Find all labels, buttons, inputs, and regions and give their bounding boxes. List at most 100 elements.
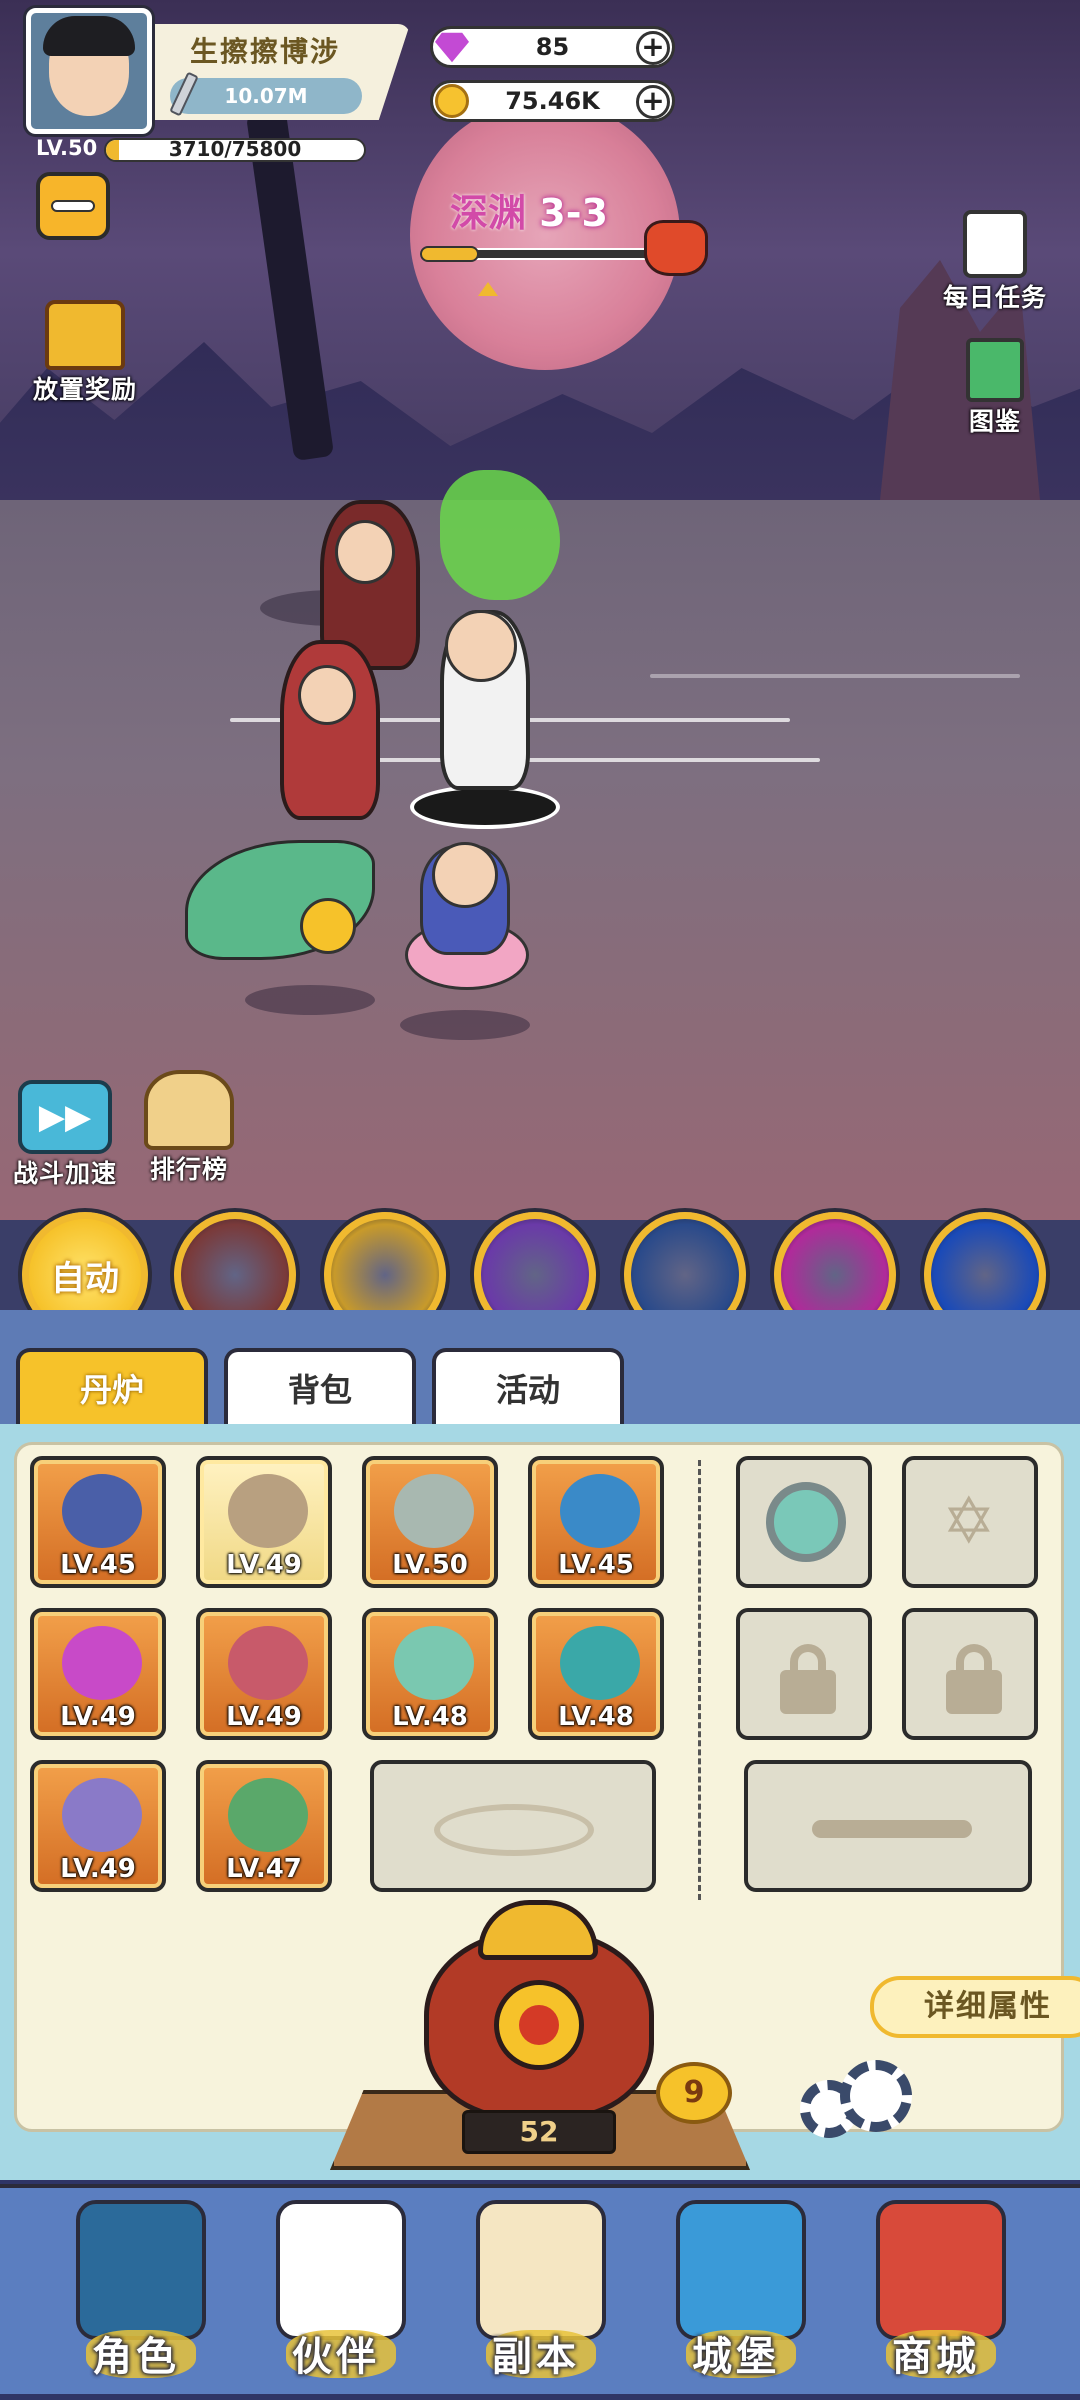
equipment-slot[interactable]: LV.49 bbox=[196, 1608, 332, 1740]
codex-book-icon bbox=[966, 338, 1024, 402]
locked-slot[interactable] bbox=[902, 1608, 1038, 1740]
horned-helmet-icon bbox=[228, 1474, 308, 1548]
trophy-podium-icon bbox=[144, 1070, 234, 1150]
codex-button[interactable]: 图鉴 bbox=[920, 338, 1070, 438]
auto-battle-label: 自动 bbox=[51, 1258, 119, 1299]
furnace-emblem bbox=[494, 1980, 584, 2070]
equipment-slot[interactable]: LV.49 bbox=[30, 1760, 166, 1892]
equipment-level: LV.47 bbox=[226, 1854, 302, 1884]
exp-text: 3710/75800 bbox=[168, 137, 302, 161]
unit-shadow bbox=[245, 985, 375, 1015]
equipment-level: LV.48 bbox=[558, 1702, 634, 1732]
equipment-slot[interactable]: LV.47 bbox=[196, 1760, 332, 1892]
codex-label: 图鉴 bbox=[968, 407, 1021, 436]
magic-flame-icon bbox=[62, 1626, 142, 1700]
detail-attributes-label: 详细属性 bbox=[924, 1989, 1052, 2024]
equipment-level: LV.45 bbox=[558, 1550, 634, 1580]
castle-pagoda-icon bbox=[676, 2200, 806, 2340]
character-portrait-icon bbox=[76, 2200, 206, 2340]
gem-value: 85 bbox=[535, 33, 570, 61]
settings-gear-icon[interactable] bbox=[840, 2060, 912, 2132]
partner-portrait-icon bbox=[276, 2200, 406, 2340]
ranking-button[interactable]: 排行榜 bbox=[114, 1070, 264, 1186]
nav-character-label: 角色 bbox=[92, 2334, 180, 2380]
shield-icon bbox=[228, 1626, 308, 1700]
spear-icon bbox=[62, 1474, 142, 1548]
add-gold-button[interactable]: + bbox=[636, 85, 670, 119]
tab-bag-label: 背包 bbox=[287, 1371, 352, 1409]
tab-furnace-label: 丹炉 bbox=[79, 1371, 144, 1409]
equipment-slot[interactable]: LV.45 bbox=[30, 1456, 166, 1588]
nav-character[interactable]: 角色 bbox=[46, 2196, 226, 2386]
daily-tasks-button[interactable]: 每日任务 bbox=[920, 210, 1070, 314]
equipment-slot[interactable]: LV.45 bbox=[528, 1456, 664, 1588]
lock-icon-body bbox=[946, 1670, 1002, 1714]
nav-dungeon[interactable]: 副本 bbox=[446, 2196, 626, 2386]
stage-title: 深渊 3-3 bbox=[450, 182, 608, 237]
equipment-level: LV.49 bbox=[60, 1854, 136, 1884]
player-avatar[interactable] bbox=[26, 8, 152, 134]
tab-events-label: 活动 bbox=[495, 1371, 560, 1409]
tab-events[interactable]: 活动 bbox=[432, 1348, 624, 1424]
boots-icon bbox=[228, 1778, 308, 1852]
hero-taoist-face bbox=[445, 610, 517, 682]
mirror-slot[interactable] bbox=[736, 1456, 872, 1588]
tab-furnace[interactable]: 丹炉 bbox=[16, 1348, 208, 1424]
task-list-icon bbox=[963, 210, 1027, 278]
lock-icon-body bbox=[780, 1670, 836, 1714]
stage-number: 3-3 bbox=[539, 191, 608, 235]
panel-divider bbox=[698, 1460, 701, 1900]
empty-slot-weapon[interactable] bbox=[744, 1760, 1032, 1892]
equipment-level: LV.49 bbox=[60, 1702, 136, 1732]
gold-coin-icon bbox=[435, 84, 469, 118]
gold-value: 75.46K bbox=[505, 87, 600, 115]
unit-shadow bbox=[400, 1010, 530, 1040]
avatar-face bbox=[43, 16, 135, 116]
player-name: 生擦擦博涉 bbox=[190, 35, 341, 68]
speed-line bbox=[340, 758, 820, 762]
hero-monk-face bbox=[432, 842, 498, 908]
nav-shop[interactable]: 商城 bbox=[846, 2196, 1026, 2386]
equipment-slot[interactable]: LV.48 bbox=[362, 1608, 498, 1740]
daily-tasks-label: 每日任务 bbox=[942, 283, 1047, 312]
equipment-slot[interactable]: LV.50 bbox=[362, 1456, 498, 1588]
minus-icon bbox=[51, 200, 95, 212]
amulet-icon bbox=[62, 1778, 142, 1852]
speed-line bbox=[650, 674, 1020, 678]
idle-reward-button[interactable]: 放置奖励 bbox=[10, 300, 160, 406]
nav-castle[interactable]: 城堡 bbox=[646, 2196, 826, 2386]
furnace-level: 52 bbox=[462, 2110, 616, 2154]
hexagram-icon: ✡ bbox=[942, 1485, 996, 1559]
equipment-slot[interactable]: LV.49 bbox=[196, 1456, 332, 1588]
nav-partner[interactable]: 伙伴 bbox=[246, 2196, 426, 2386]
furnace-count-badge: 9 bbox=[656, 2062, 732, 2124]
jade-ring-icon bbox=[394, 1626, 474, 1700]
equipment-level: LV.49 bbox=[226, 1550, 302, 1580]
shop-building-icon bbox=[876, 2200, 1006, 2340]
nav-castle-label: 城堡 bbox=[692, 2334, 780, 2380]
equipment-level: LV.48 bbox=[392, 1702, 468, 1732]
combat-power: 10.07M bbox=[170, 78, 362, 114]
equipment-slot[interactable]: LV.48 bbox=[528, 1608, 664, 1740]
hero-red-warrior-face bbox=[298, 665, 356, 725]
hero-scholar-face bbox=[335, 520, 395, 584]
fast-forward-icon: ▶▶ bbox=[18, 1080, 112, 1154]
boss-demon-icon bbox=[644, 220, 708, 276]
add-gems-button[interactable]: + bbox=[636, 31, 670, 65]
nav-partner-label: 伙伴 bbox=[292, 2334, 380, 2380]
pet-winged-fox-face bbox=[300, 898, 356, 954]
collapse-menu-button[interactable] bbox=[36, 172, 110, 240]
equipment-level: LV.49 bbox=[226, 1702, 302, 1732]
tab-bag[interactable]: 背包 bbox=[224, 1348, 416, 1424]
stage-name: 深渊 bbox=[450, 191, 527, 235]
stage-progress-marker bbox=[478, 282, 498, 296]
empty-slot-array[interactable] bbox=[370, 1760, 656, 1892]
locked-slot[interactable] bbox=[736, 1608, 872, 1740]
equipment-slot[interactable]: LV.49 bbox=[30, 1608, 166, 1740]
player-level: LV.50 bbox=[36, 136, 98, 160]
equipment-level: LV.45 bbox=[60, 1550, 136, 1580]
dungeon-scroll-icon bbox=[476, 2200, 606, 2340]
detail-attributes-button[interactable]: 详细属性 bbox=[870, 1976, 1080, 2038]
dragon-blade-icon bbox=[812, 1820, 972, 1838]
empty-slot-hexagram[interactable]: ✡ bbox=[902, 1456, 1038, 1588]
